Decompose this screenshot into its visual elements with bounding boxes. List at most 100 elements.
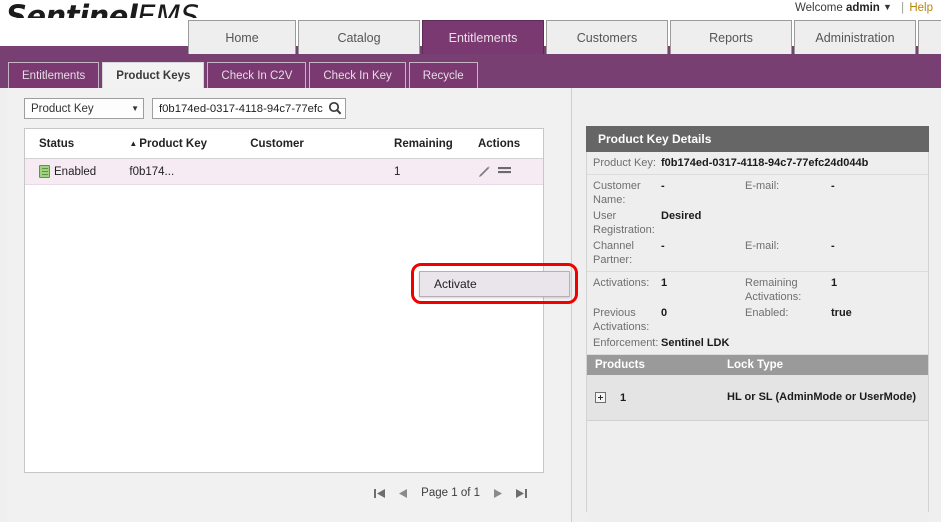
welcome-text: Welcome xyxy=(795,2,843,14)
details-fields: Product Key: f0b174ed-0317-4118-94c7-77e… xyxy=(587,152,928,522)
nav-tab-developer[interactable]: Developer xyxy=(918,20,941,54)
details-value-activations: 1 xyxy=(661,276,745,290)
subtab-recycle[interactable]: Recycle xyxy=(409,62,478,88)
details-value-user-registration: Desired xyxy=(661,209,745,223)
search-field-select[interactable]: Product Key ▼ xyxy=(24,98,144,119)
details-label-product-key: Product Key: xyxy=(587,156,661,170)
grid-col-status[interactable]: Status xyxy=(25,138,123,150)
row-context-menu: Activate xyxy=(419,271,570,297)
grid-col-product-key-label: Product Key xyxy=(139,138,207,150)
details-value-channel-email: - xyxy=(831,239,911,253)
nav-tab-entitlements[interactable]: Entitlements xyxy=(422,20,544,54)
row-status-cell: Enabled xyxy=(25,165,123,178)
edit-pencil-icon[interactable] xyxy=(478,166,491,178)
details-label-channel-email: E-mail: xyxy=(745,239,831,253)
products-table-header: Products Lock Type xyxy=(587,355,928,375)
nav-tab-home[interactable]: Home xyxy=(188,20,296,54)
expand-plus-icon[interactable] xyxy=(595,392,606,403)
sort-ascending-icon: ▲ xyxy=(129,139,137,148)
nav-tab-administration[interactable]: Administration xyxy=(794,20,916,54)
details-row-product-key: Product Key: f0b174ed-0317-4118-94c7-77e… xyxy=(587,155,928,171)
nav-tab-reports[interactable]: Reports xyxy=(670,20,792,54)
product-keys-grid: Status ▲Product Key Customer Remaining A… xyxy=(24,128,544,473)
details-row-channel-partner: Channel Partner: - E-mail: - xyxy=(587,238,928,268)
details-row-user-registration: User Registration: Desired xyxy=(587,208,928,238)
enabled-status-icon xyxy=(39,165,50,178)
subtab-product-keys[interactable]: Product Keys xyxy=(102,62,204,88)
details-panel: Product Key Details Product Key: f0b174e… xyxy=(580,88,935,522)
pager-next-button[interactable] xyxy=(492,487,503,500)
search-box xyxy=(152,98,346,119)
details-value-previous-activations: 0 xyxy=(661,306,745,320)
details-label-enabled: Enabled: xyxy=(745,306,831,320)
details-value-customer-email: - xyxy=(831,179,911,193)
panel-right-edge xyxy=(936,88,941,522)
pagination-bar: Page 1 of 1 xyxy=(24,480,544,506)
help-link[interactable]: Help xyxy=(909,2,933,14)
subtab-check-in-key[interactable]: Check In Key xyxy=(309,62,405,88)
products-cell-lock-type: HL or SL (AdminMode or UserMode) xyxy=(727,391,927,404)
welcome-separator: | xyxy=(901,2,904,14)
details-group-key: Product Key: f0b174ed-0317-4118-94c7-77e… xyxy=(587,152,928,175)
products-table-empty-area xyxy=(587,421,928,522)
details-row-activations: Activations: 1 Remaining Activations: 1 xyxy=(587,275,928,305)
details-label-channel-partner: Channel Partner: xyxy=(587,239,661,267)
details-value-remaining-activations: 1 xyxy=(831,276,911,290)
welcome-username[interactable]: admin xyxy=(846,2,880,14)
table-row[interactable]: Enabled f0b174... 1 xyxy=(25,159,543,185)
content-area: Product Key ▼ Status xyxy=(0,88,941,522)
grid-col-remaining[interactable]: Remaining xyxy=(388,138,472,150)
details-group-activations: Activations: 1 Remaining Activations: 1 … xyxy=(587,272,928,355)
pager-last-button[interactable] xyxy=(515,487,528,500)
grid-header-row: Status ▲Product Key Customer Remaining A… xyxy=(25,129,543,159)
grid-col-product-key[interactable]: ▲Product Key xyxy=(123,138,244,150)
pager-first-button[interactable] xyxy=(373,487,386,500)
grid-col-customer[interactable]: Customer xyxy=(244,138,388,150)
details-label-activations: Activations: xyxy=(587,276,661,290)
chevron-down-icon[interactable]: ▼ xyxy=(883,2,892,12)
application-window: Welcome admin ▼ | Help SentinelEMS ENTIT… xyxy=(0,0,941,522)
details-value-enabled: true xyxy=(831,306,911,320)
products-col-lock-type: Lock Type xyxy=(727,359,927,371)
details-value-product-key: f0b174ed-0317-4118-94c7-77efc24d044b xyxy=(661,156,911,170)
chevron-down-icon: ▼ xyxy=(131,104,139,113)
context-menu-item-activate[interactable]: Activate xyxy=(420,272,569,296)
search-field-selected-value: Product Key xyxy=(31,103,94,115)
row-remaining-cell: 1 xyxy=(388,166,472,178)
search-toolbar: Product Key ▼ xyxy=(24,98,346,119)
search-input[interactable] xyxy=(157,100,325,117)
products-cell-product: 1 xyxy=(587,392,727,404)
details-label-user-registration: User Registration: xyxy=(587,209,661,237)
details-value-enforcement: Sentinel LDK xyxy=(661,336,911,350)
subtab-check-in-c2v[interactable]: Check In C2V xyxy=(207,62,306,88)
pager-prev-button[interactable] xyxy=(398,487,409,500)
details-value-channel-partner: - xyxy=(661,239,745,253)
products-col-products: Products xyxy=(587,359,727,371)
details-row-enforcement: Enforcement: Sentinel LDK xyxy=(587,335,928,351)
product-keys-panel: Product Key ▼ Status xyxy=(6,88,572,522)
products-table-row[interactable]: 1 HL or SL (AdminMode or UserMode) xyxy=(587,375,928,421)
details-label-previous-activations: Previous Activations: xyxy=(587,306,661,334)
pager-label: Page 1 of 1 xyxy=(421,487,480,499)
products-product-value: 1 xyxy=(620,392,626,404)
details-panel-title: Product Key Details xyxy=(586,126,929,152)
details-label-enforcement: Enforcement: xyxy=(587,336,661,350)
details-row-previous-activations: Previous Activations: 0 Enabled: true xyxy=(587,305,928,335)
subtab-entitlements[interactable]: Entitlements xyxy=(8,62,99,88)
details-group-customer: Customer Name: - E-mail: - User Registra… xyxy=(587,175,928,272)
details-label-customer-email: E-mail: xyxy=(745,179,831,193)
row-actions-cell xyxy=(472,166,543,178)
details-label-remaining-activations: Remaining Activations: xyxy=(745,276,831,304)
row-product-key-cell: f0b174... xyxy=(123,166,244,178)
secondary-nav-tabs: Entitlements Product Keys Check In C2V C… xyxy=(8,60,478,88)
details-row-customer-name: Customer Name: - E-mail: - xyxy=(587,178,928,208)
row-status-label: Enabled xyxy=(54,166,96,178)
grid-col-actions: Actions xyxy=(472,138,543,150)
nav-tab-catalog[interactable]: Catalog xyxy=(298,20,420,54)
nav-tab-customers[interactable]: Customers xyxy=(546,20,668,54)
details-value-customer-name: - xyxy=(661,179,745,193)
search-icon[interactable] xyxy=(328,101,342,116)
details-label-customer-name: Customer Name: xyxy=(587,179,661,207)
primary-nav-tabs: Home Catalog Entitlements Customers Repo… xyxy=(188,18,941,54)
row-menu-icon[interactable] xyxy=(498,166,511,177)
